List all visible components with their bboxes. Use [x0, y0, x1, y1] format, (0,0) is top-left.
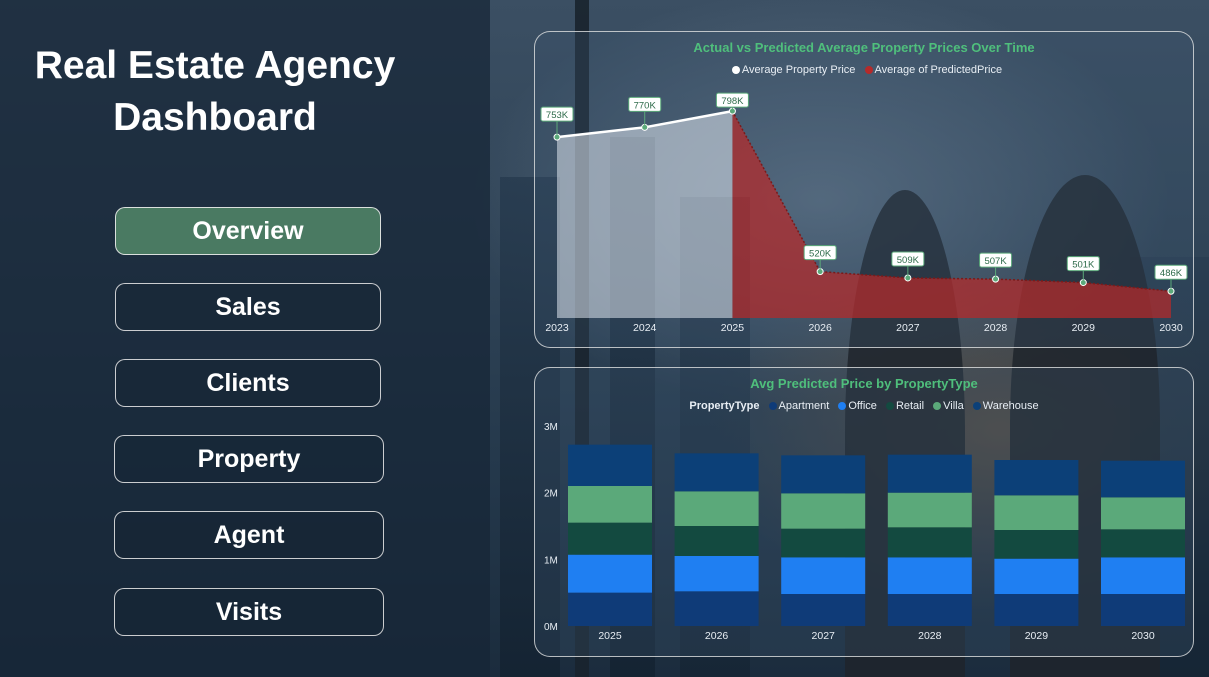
- x-tick-label: 2026: [808, 322, 832, 334]
- nav-visits-button[interactable]: Visits: [114, 588, 384, 636]
- x-tick-label: 2028: [918, 630, 942, 642]
- x-tick-label: 2024: [633, 322, 657, 334]
- nav-sales-button[interactable]: Sales: [115, 283, 381, 331]
- page-title: Real Estate Agency Dashboard: [30, 40, 400, 144]
- nav-property-button[interactable]: Property: [114, 435, 384, 483]
- bar-segment-office: [568, 554, 652, 593]
- bar-segment-office: [887, 557, 972, 594]
- predicted-price-area: [732, 111, 1171, 318]
- bar-segment-villa: [887, 492, 972, 528]
- bar-segment-villa: [994, 495, 1079, 530]
- property-type-chart: 0M 1M 2M 3M 2025 2026 2027 2028 2029 2030: [544, 422, 1185, 642]
- data-label: 770K: [628, 96, 662, 128]
- x-tick-label: 2029: [1072, 322, 1096, 334]
- data-label-text: 798K: [721, 96, 744, 107]
- bar-segment-villa: [568, 486, 652, 523]
- data-label: 509K: [891, 251, 925, 278]
- bar-segment-warehouse: [994, 460, 1079, 496]
- bar-segment-retail: [568, 522, 652, 555]
- x-tick-label: 2027: [896, 322, 920, 334]
- data-label-text: 753K: [546, 110, 569, 121]
- bar-segment-villa: [781, 493, 866, 529]
- data-label-text: 486K: [1160, 268, 1183, 279]
- data-label-text: 507K: [984, 256, 1007, 267]
- bar-segment-office: [1101, 557, 1185, 594]
- x-tick-label: 2028: [984, 322, 1008, 334]
- bar-segment-office: [994, 558, 1079, 594]
- x-tick-label: 2025: [721, 322, 745, 334]
- y-tick-label: 1M: [544, 555, 558, 566]
- x-tick-label: 2030: [1131, 630, 1155, 642]
- data-label-text: 520K: [809, 249, 832, 260]
- data-label: 753K: [540, 106, 574, 138]
- x-tick-label: 2026: [705, 630, 729, 642]
- bar-segment-retail: [1101, 529, 1185, 558]
- bar-segment-apartment: [674, 591, 759, 626]
- data-label: 486K: [1154, 264, 1188, 292]
- data-label: 798K: [715, 92, 749, 112]
- x-tick-label: 2025: [598, 630, 622, 642]
- y-tick-label: 0M: [544, 622, 558, 633]
- nav-overview-button[interactable]: Overview: [115, 207, 381, 255]
- bar-segment-retail: [674, 526, 759, 556]
- bar-segment-office: [781, 557, 866, 594]
- x-tick-label: 2029: [1025, 630, 1049, 642]
- bar-segment-apartment: [568, 592, 652, 626]
- nav-agent-button[interactable]: Agent: [114, 511, 384, 559]
- x-tick-label: 2023: [545, 322, 569, 334]
- y-tick-label: 2M: [544, 489, 558, 500]
- actual-price-area: [557, 111, 733, 318]
- bar-segment-apartment: [887, 594, 972, 626]
- price-trend-chart: 753K 2023 770K 2024 798K 2025 520K 2026 509K 2027…: [540, 92, 1188, 334]
- bar-segment-warehouse: [568, 444, 652, 486]
- x-tick-label: 2027: [812, 630, 836, 642]
- y-tick-label: 3M: [544, 422, 558, 433]
- property-type-card: Avg Predicted Price by PropertyType Prop…: [534, 367, 1194, 657]
- data-label-text: 501K: [1072, 260, 1095, 271]
- bar-segment-villa: [1101, 497, 1185, 530]
- bar-segment-office: [674, 556, 759, 592]
- bar-segment-apartment: [994, 594, 1079, 626]
- bar-segment-warehouse: [674, 453, 759, 492]
- nav-clients-button[interactable]: Clients: [115, 359, 381, 407]
- bar-segment-warehouse: [781, 455, 866, 494]
- bar-segment-warehouse: [887, 454, 972, 493]
- data-label-text: 770K: [634, 100, 657, 111]
- data-label-text: 509K: [897, 255, 920, 266]
- x-tick-label: 2030: [1159, 322, 1183, 334]
- bar-segment-retail: [887, 527, 972, 558]
- bar-segment-apartment: [1101, 594, 1185, 626]
- title-line-1: Real Estate Agency: [34, 44, 396, 87]
- bar-segment-villa: [674, 491, 759, 526]
- bar-segment-retail: [994, 530, 1079, 559]
- data-label: 507K: [979, 252, 1013, 280]
- bar-segment-apartment: [781, 594, 866, 626]
- left-panel: Real Estate Agency Dashboard Overview Sa…: [0, 0, 490, 677]
- bar-segment-warehouse: [1101, 460, 1185, 498]
- price-trend-card: Actual vs Predicted Average Property Pri…: [534, 31, 1194, 348]
- data-label: 501K: [1066, 256, 1100, 283]
- title-line-2: Dashboard: [113, 96, 317, 139]
- bar-segment-retail: [781, 528, 866, 558]
